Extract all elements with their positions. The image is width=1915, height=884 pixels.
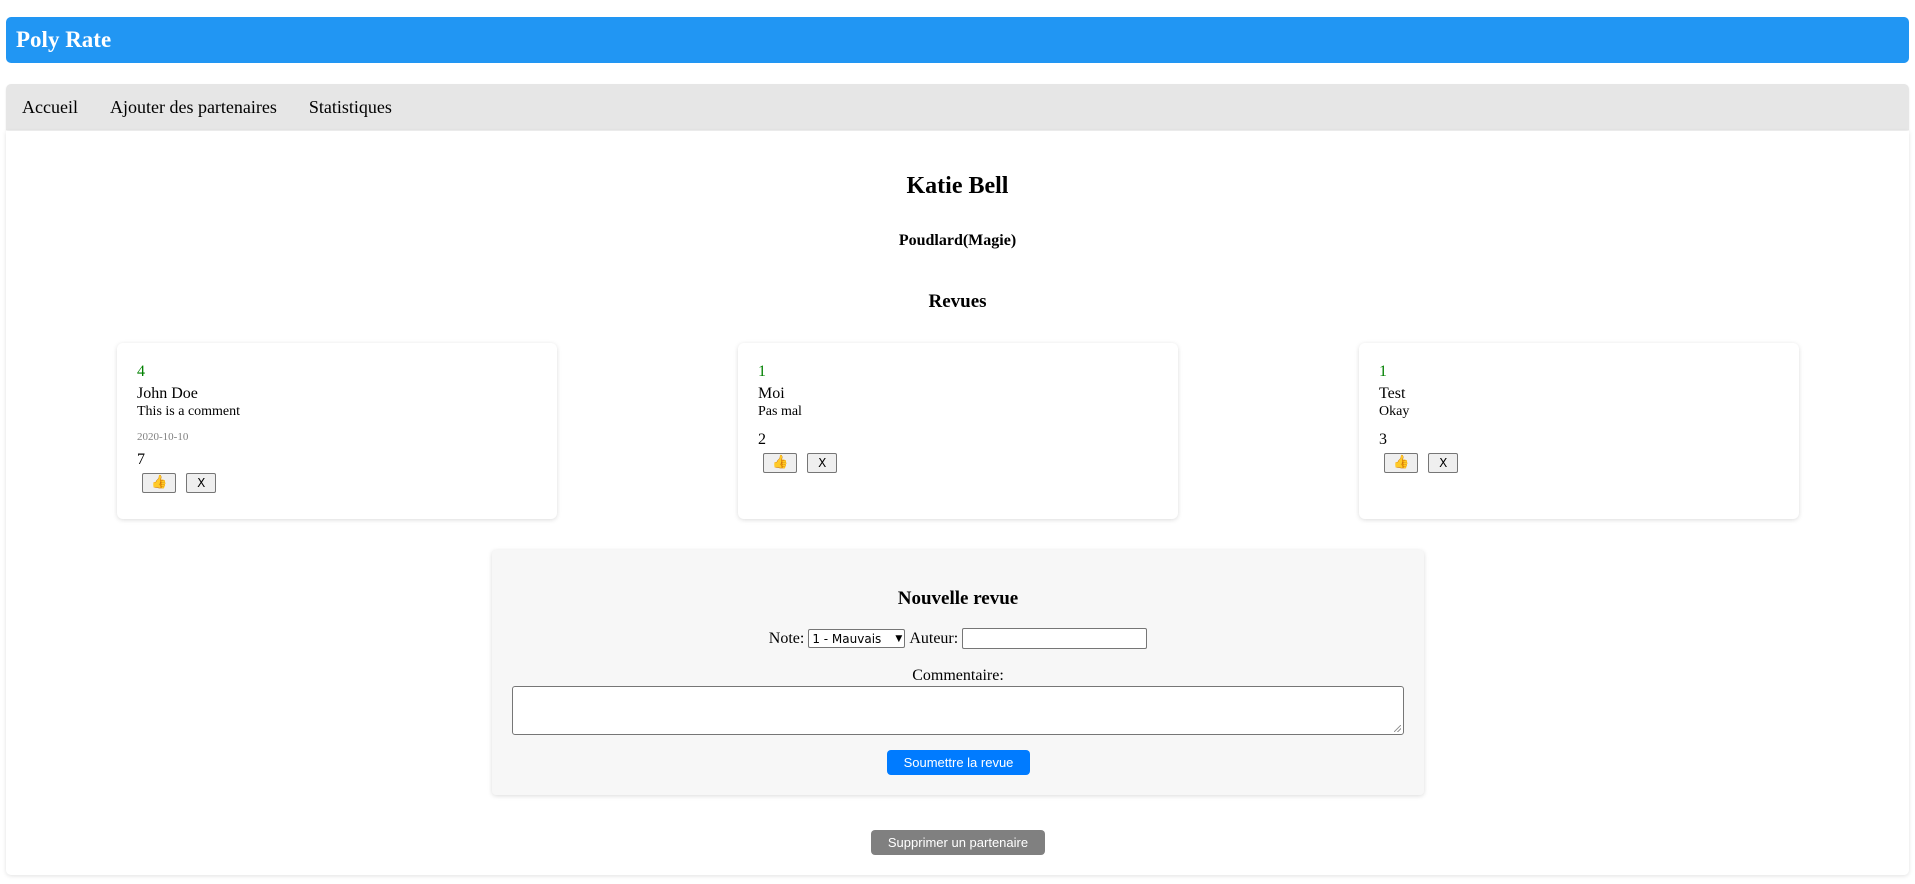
navbar: Accueil Ajouter des partenaires Statisti… xyxy=(6,84,1909,130)
partner-name: Katie Bell xyxy=(906,173,1009,199)
new-review-form: Nouvelle revue Note: 1 - Mauvais ▼ Auteu… xyxy=(492,550,1424,795)
nav-link-statistics[interactable]: Statistiques xyxy=(309,97,392,118)
review-rating: 4 xyxy=(137,363,145,380)
submit-review-button[interactable]: Soumettre la revue xyxy=(887,750,1030,775)
delete-review-button[interactable]: X xyxy=(807,453,838,473)
delete-partner-button[interactable]: Supprimer un partenaire xyxy=(871,830,1045,855)
review-card: 1 Moi Pas mal 2 👍 X xyxy=(738,343,1178,519)
review-card: 1 Test Okay 3 👍 X xyxy=(1359,343,1799,519)
form-row-note-author: Note: 1 - Mauvais ▼ Auteur: xyxy=(492,628,1424,649)
review-comment: This is a comment xyxy=(137,404,241,419)
delete-review-button[interactable]: X xyxy=(186,473,217,493)
partner-school: Poudlard(Magie) xyxy=(898,232,1017,249)
review-author: John Doe xyxy=(137,385,198,402)
comment-textarea[interactable] xyxy=(512,686,1404,735)
nav-link-accueil[interactable]: Accueil xyxy=(22,97,78,118)
review-author: Test xyxy=(1379,385,1406,402)
review-rating: 1 xyxy=(758,363,766,380)
review-rating: 1 xyxy=(1379,363,1387,380)
author-input[interactable] xyxy=(962,628,1148,649)
note-select[interactable]: 1 - Mauvais ▼ xyxy=(808,629,906,648)
like-button[interactable]: 👍 xyxy=(1384,453,1419,473)
review-date: 2020-10-10 xyxy=(137,431,189,443)
comment-label: Commentaire: xyxy=(912,667,1004,684)
reviews-heading: Revues xyxy=(928,291,987,312)
like-button[interactable]: 👍 xyxy=(763,453,798,473)
review-comment: Okay xyxy=(1379,404,1410,419)
form-title: Nouvelle revue xyxy=(897,588,1019,609)
review-author: Moi xyxy=(758,385,785,402)
like-button[interactable]: 👍 xyxy=(142,473,177,493)
app-header: Poly Rate xyxy=(6,17,1909,63)
delete-review-button[interactable]: X xyxy=(1428,453,1459,473)
review-comment: Pas mal xyxy=(758,404,802,419)
author-label: Auteur: xyxy=(909,629,959,647)
note-label: Note: xyxy=(768,629,805,647)
review-like-count: 2 xyxy=(758,431,766,448)
chevron-down-icon: ▼ xyxy=(895,633,903,644)
resize-handle-icon[interactable] xyxy=(1394,725,1401,732)
note-selected-value: 1 - Mauvais xyxy=(812,631,882,646)
review-like-count: 3 xyxy=(1379,431,1387,448)
app-title: Poly Rate xyxy=(16,27,112,52)
nav-link-add-partners[interactable]: Ajouter des partenaires xyxy=(110,97,277,118)
review-like-count: 7 xyxy=(137,451,145,468)
review-card: 4 John Doe This is a comment 2020-10-10 … xyxy=(117,343,557,519)
